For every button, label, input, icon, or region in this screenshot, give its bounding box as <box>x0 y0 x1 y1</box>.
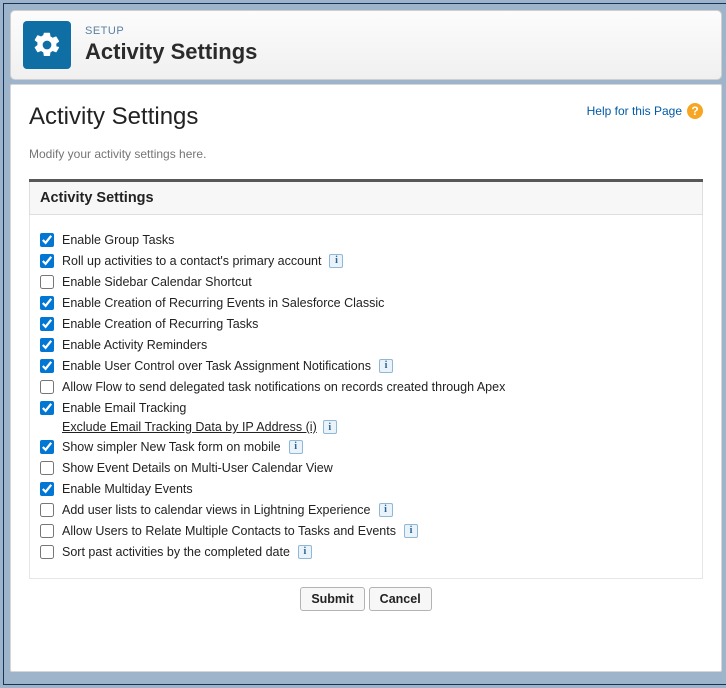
setting-row: Allow Flow to send delegated task notifi… <box>40 376 692 397</box>
setup-label: SETUP <box>85 25 257 37</box>
exclude-email-tracking-link[interactable]: Exclude Email Tracking Data by IP Addres… <box>62 420 317 434</box>
setting-row: Sort past activities by the completed da… <box>40 541 692 562</box>
setting-checkbox[interactable] <box>40 317 54 331</box>
setting-checkbox[interactable] <box>40 524 54 538</box>
setting-row: Enable Creation of Recurring Events in S… <box>40 292 692 313</box>
setting-checkbox[interactable] <box>40 380 54 394</box>
setting-row: Add user lists to calendar views in Ligh… <box>40 499 692 520</box>
header-card: SETUP Activity Settings <box>10 10 722 80</box>
setting-checkbox[interactable] <box>40 461 54 475</box>
setting-label: Enable Email Tracking <box>62 401 186 415</box>
setting-label: Allow Flow to send delegated task notifi… <box>62 380 505 394</box>
setting-checkbox[interactable] <box>40 440 54 454</box>
info-icon[interactable]: i <box>379 359 393 373</box>
setting-label: Enable Creation of Recurring Events in S… <box>62 296 384 310</box>
setting-label: Enable Multiday Events <box>62 482 193 496</box>
setting-label: Enable Activity Reminders <box>62 338 207 352</box>
header-text: SETUP Activity Settings <box>85 25 257 65</box>
cancel-button[interactable]: Cancel <box>369 587 432 611</box>
setting-label: Roll up activities to a contact's primar… <box>62 254 321 268</box>
setting-checkbox[interactable] <box>40 233 54 247</box>
setting-label: Enable Sidebar Calendar Shortcut <box>62 275 252 289</box>
info-icon[interactable]: i <box>289 440 303 454</box>
page-subtext: Modify your activity settings here. <box>29 147 703 161</box>
setting-row: Roll up activities to a contact's primar… <box>40 250 692 271</box>
setting-row: Enable User Control over Task Assignment… <box>40 355 692 376</box>
setting-checkbox[interactable] <box>40 359 54 373</box>
section-body: Enable Group Tasks Roll up activities to … <box>29 215 703 579</box>
setting-checkbox[interactable] <box>40 275 54 289</box>
app-frame: SETUP Activity Settings Activity Setting… <box>3 3 726 685</box>
setting-row: Allow Users to Relate Multiple Contacts … <box>40 520 692 541</box>
info-icon[interactable]: i <box>298 545 312 559</box>
submit-button[interactable]: Submit <box>300 587 364 611</box>
setting-checkbox[interactable] <box>40 254 54 268</box>
info-icon[interactable]: i <box>323 420 337 434</box>
setting-row: Enable Group Tasks <box>40 229 692 250</box>
setting-label: Enable Group Tasks <box>62 233 174 247</box>
gear-icon <box>23 21 71 69</box>
setting-label: Allow Users to Relate Multiple Contacts … <box>62 524 396 538</box>
settings-section: Activity Settings Enable Group Tasks Roll… <box>29 179 703 579</box>
info-icon[interactable]: i <box>379 503 393 517</box>
setting-label: Add user lists to calendar views in Ligh… <box>62 503 371 517</box>
setting-row: Enable Sidebar Calendar Shortcut <box>40 271 692 292</box>
content-card: Activity Settings Help for this Page ? M… <box>10 84 722 672</box>
page-title: Activity Settings <box>29 103 198 131</box>
setting-row: Show Event Details on Multi-User Calenda… <box>40 457 692 478</box>
help-link[interactable]: Help for this Page ? <box>587 103 703 119</box>
setting-label: Sort past activities by the completed da… <box>62 545 290 559</box>
header-title: Activity Settings <box>85 39 257 65</box>
page-head: Activity Settings Help for this Page ? <box>29 103 703 131</box>
setting-label: Enable User Control over Task Assignment… <box>62 359 371 373</box>
setting-label: Show Event Details on Multi-User Calenda… <box>62 461 333 475</box>
setting-label: Show simpler New Task form on mobile <box>62 440 281 454</box>
info-icon[interactable]: i <box>404 524 418 538</box>
setting-row: Show simpler New Task form on mobile i <box>40 436 692 457</box>
setting-checkbox[interactable] <box>40 482 54 496</box>
setting-checkbox[interactable] <box>40 338 54 352</box>
setting-row: Enable Email Tracking <box>40 397 692 418</box>
setting-checkbox[interactable] <box>40 401 54 415</box>
footer-buttons: Submit Cancel <box>29 587 703 611</box>
help-icon: ? <box>687 103 703 119</box>
setting-checkbox[interactable] <box>40 296 54 310</box>
setting-row: Enable Creation of Recurring Tasks <box>40 313 692 334</box>
setting-sublink-row: Exclude Email Tracking Data by IP Addres… <box>62 420 692 434</box>
section-title: Activity Settings <box>29 182 703 215</box>
help-link-label: Help for this Page <box>587 104 682 118</box>
setting-checkbox[interactable] <box>40 545 54 559</box>
setting-row: Enable Multiday Events <box>40 478 692 499</box>
setting-checkbox[interactable] <box>40 503 54 517</box>
info-icon[interactable]: i <box>329 254 343 268</box>
setting-label: Enable Creation of Recurring Tasks <box>62 317 258 331</box>
setting-row: Enable Activity Reminders <box>40 334 692 355</box>
